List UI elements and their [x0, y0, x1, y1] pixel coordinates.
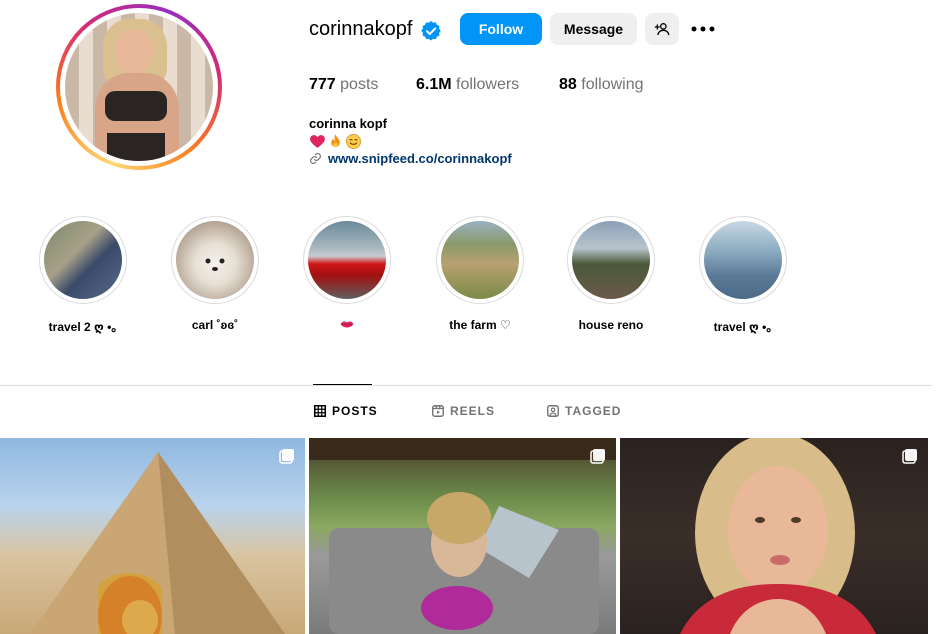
add-user-icon	[654, 23, 670, 36]
fire-icon	[331, 134, 340, 148]
highlight-cover-image	[44, 221, 122, 299]
highlight-cover-image	[176, 221, 254, 299]
highlight-the-farm[interactable]: the farm ♡	[435, 216, 525, 332]
bio-link-row[interactable]: www.snipfeed.co/corinnakopf	[309, 151, 512, 166]
highlight-label	[302, 318, 392, 332]
highlight-cover-image	[308, 221, 386, 299]
highlight-label: the farm ♡	[449, 318, 511, 332]
highlight-label: house reno	[578, 318, 644, 332]
highlight-cover-image	[704, 221, 782, 299]
avatar-image	[65, 13, 213, 161]
suggested-accounts-button[interactable]	[645, 13, 679, 45]
post-thumbnail[interactable]	[0, 438, 305, 634]
highlight-label: travel ღ •｡	[713, 320, 773, 334]
post-image	[30, 452, 285, 634]
carousel-icon	[279, 449, 294, 464]
following-link[interactable]: 88 following	[559, 76, 644, 94]
active-tab-indicator	[313, 384, 372, 385]
post-thumbnail[interactable]	[309, 438, 616, 634]
highlight-cover-image	[572, 221, 650, 299]
lips-icon	[340, 321, 354, 328]
red-heart-icon	[310, 135, 325, 148]
more-options-button[interactable]	[689, 18, 717, 40]
highlight-label: travel 2 ღ •｡	[48, 320, 118, 334]
carousel-icon	[590, 449, 605, 464]
highlight-house-reno[interactable]: house reno	[566, 216, 656, 332]
followers-link[interactable]: 6.1M followers	[416, 76, 519, 94]
message-button[interactable]: Message	[550, 13, 637, 45]
bio-website-link[interactable]: www.snipfeed.co/corinnakopf	[328, 151, 512, 166]
profile-username: corinnakopf	[309, 18, 413, 40]
highlight-lips[interactable]	[302, 216, 392, 332]
profile-avatar[interactable]	[56, 4, 222, 170]
link-icon	[310, 153, 321, 164]
carousel-icon	[902, 449, 917, 464]
highlight-travel[interactable]: travel ღ •｡	[698, 216, 788, 335]
bio-emojis	[309, 133, 362, 151]
grid-icon	[314, 405, 326, 417]
post-thumbnail[interactable]	[620, 438, 928, 634]
highlight-cover-image	[441, 221, 519, 299]
verified-badge-icon	[421, 21, 441, 41]
post-image	[309, 438, 616, 634]
tagged-icon	[547, 405, 559, 417]
section-divider	[0, 385, 932, 386]
highlight-travel-2[interactable]: travel 2 ღ •｡	[38, 216, 128, 335]
ellipsis-icon	[691, 26, 715, 32]
dog-icon	[205, 258, 225, 271]
smiling-face-icon	[346, 134, 361, 149]
post-image	[680, 438, 876, 634]
highlight-label: carl ˚ʚɞ˚	[191, 318, 239, 332]
tab-tagged[interactable]: TAGGED	[547, 404, 621, 418]
follow-button[interactable]: Follow	[460, 13, 542, 45]
bio-full-name: corinna kopf	[309, 116, 388, 131]
tab-posts[interactable]: POSTS	[314, 404, 378, 418]
highlight-carl[interactable]: carl ˚ʚɞ˚	[170, 216, 260, 332]
tab-reels[interactable]: REELS	[432, 404, 495, 418]
posts-count: 777 posts	[309, 76, 379, 93]
reels-icon	[432, 405, 444, 417]
